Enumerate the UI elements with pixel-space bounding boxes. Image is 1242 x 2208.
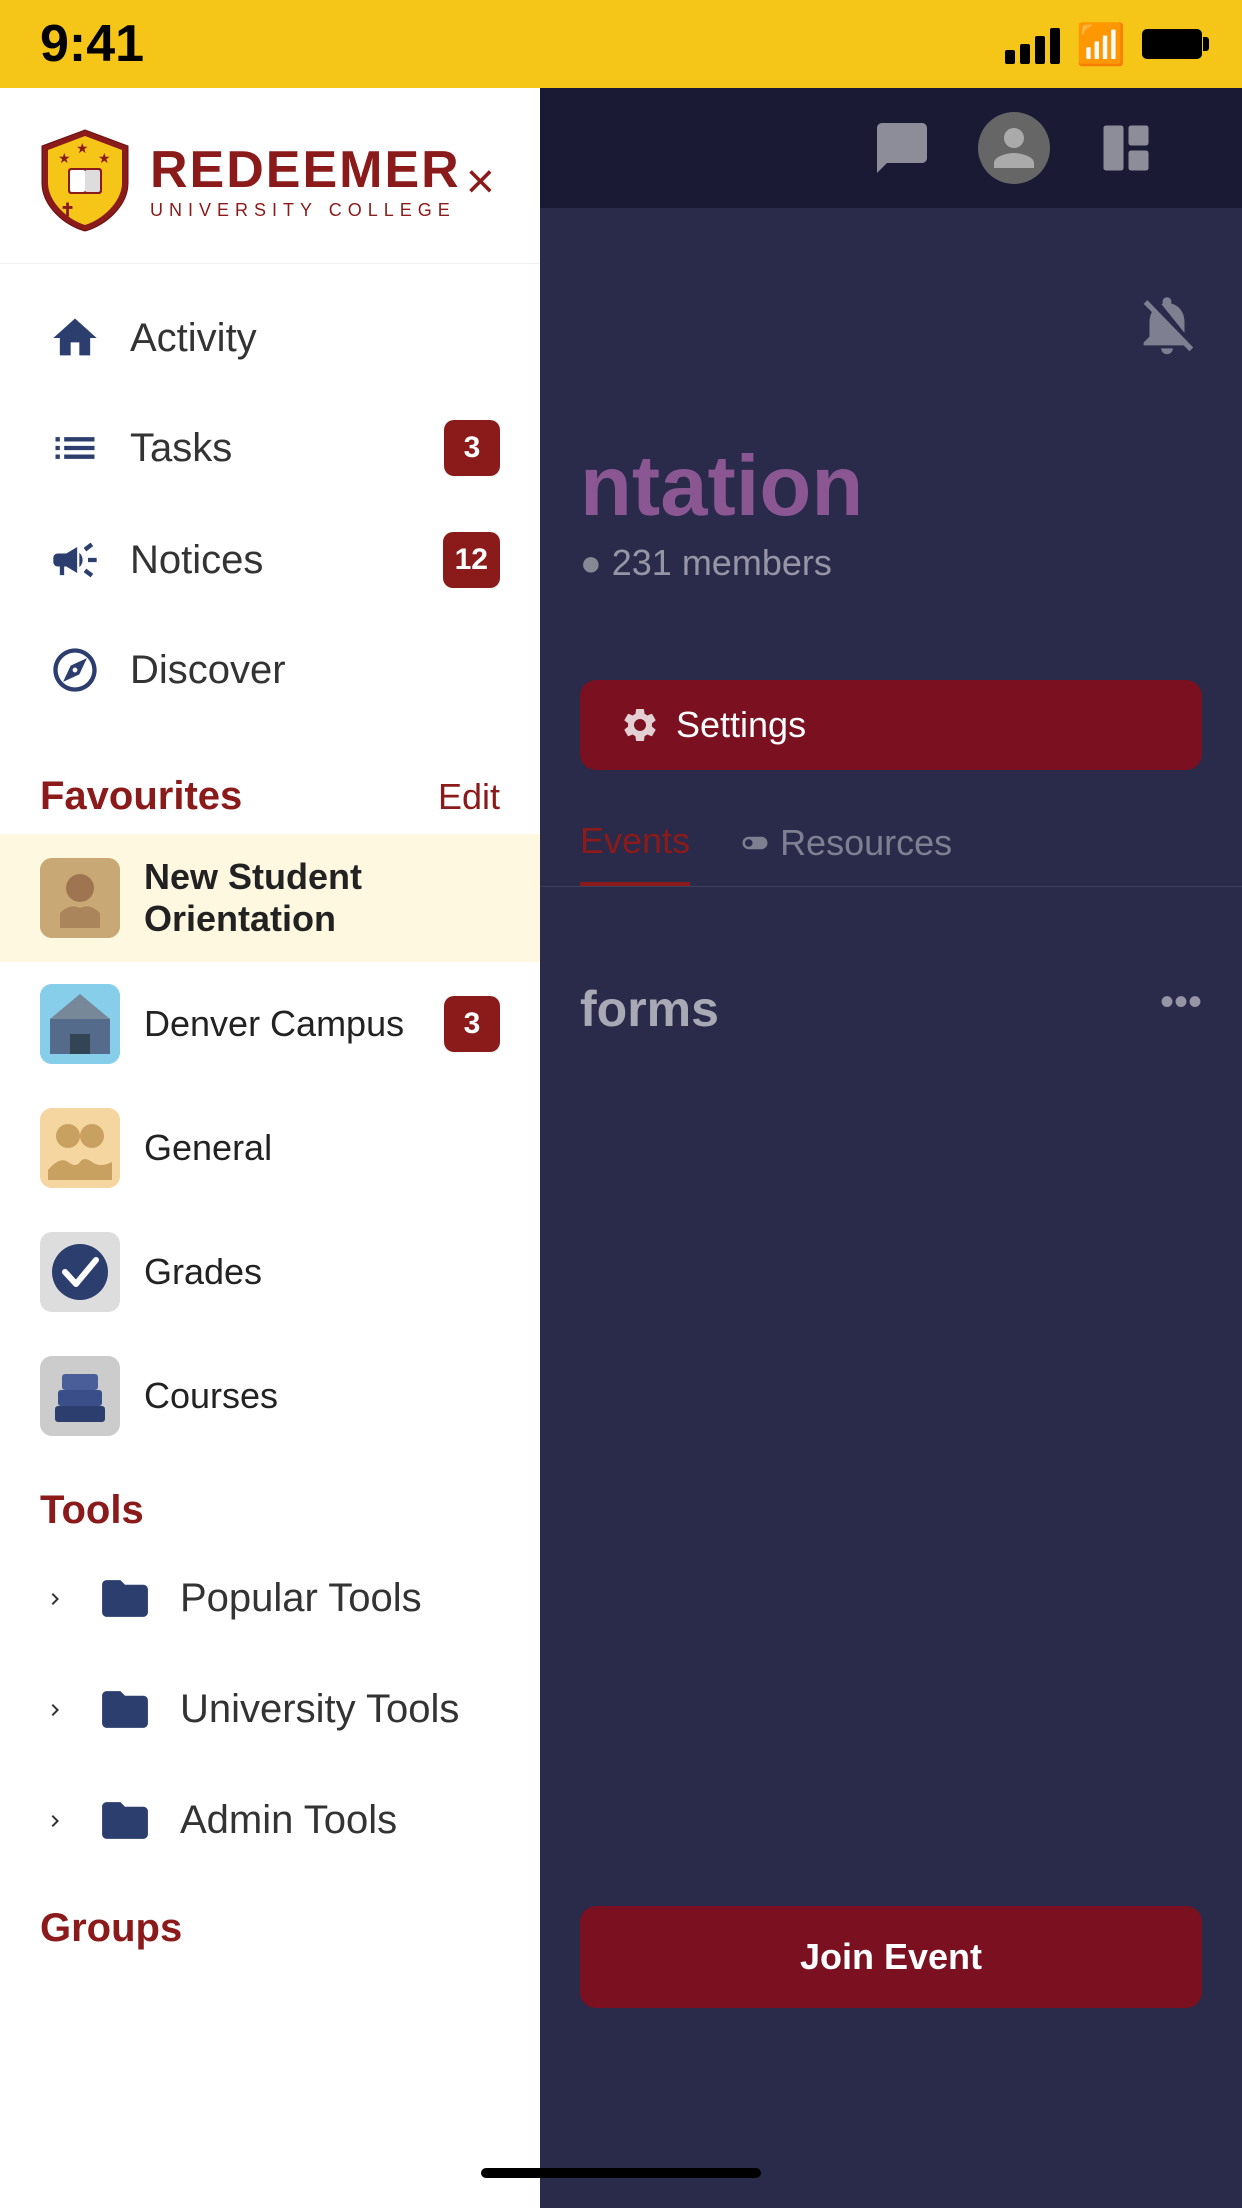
tasks-icon bbox=[40, 422, 110, 474]
bg-post-title: forms bbox=[580, 980, 719, 1038]
university-tools-arrow-icon bbox=[40, 1695, 70, 1725]
denver-badge: 3 bbox=[444, 996, 500, 1052]
close-menu-button[interactable]: × bbox=[461, 151, 500, 211]
popular-tools-folder-icon bbox=[90, 1571, 160, 1626]
courses-label: Courses bbox=[144, 1375, 500, 1417]
nav-item-notices[interactable]: Notices 12 bbox=[0, 504, 540, 616]
nav-item-discover[interactable]: Discover bbox=[0, 616, 540, 724]
chat-icon bbox=[866, 112, 938, 184]
groups-title: Groups bbox=[40, 1906, 182, 1950]
svg-text:★: ★ bbox=[76, 140, 89, 156]
bg-tab-resources-label: Resources bbox=[780, 822, 952, 864]
notices-label: Notices bbox=[130, 538, 443, 583]
favourites-header: Favourites Edit bbox=[0, 744, 540, 834]
layout-icon bbox=[1090, 112, 1162, 184]
tool-item-popular[interactable]: Popular Tools bbox=[0, 1543, 540, 1654]
join-event-label: Join Event bbox=[800, 1936, 982, 1977]
join-event-button[interactable]: Join Event bbox=[580, 1906, 1202, 2008]
notices-badge: 12 bbox=[443, 532, 500, 588]
bg-members-text: ● 231 members bbox=[580, 542, 1202, 584]
tool-item-university[interactable]: University Tools bbox=[0, 1654, 540, 1765]
bg-tab-events[interactable]: Events bbox=[580, 820, 690, 886]
fav-item-grades[interactable]: Grades bbox=[0, 1210, 540, 1334]
bg-tab-resources[interactable]: Resources bbox=[740, 820, 952, 886]
fav-item-general[interactable]: General bbox=[0, 1086, 540, 1210]
admin-tools-folder-icon bbox=[90, 1793, 160, 1848]
university-name: REDEEMER bbox=[150, 140, 461, 200]
logo-text: REDEEMER UNIVERSITY COLLEGE bbox=[150, 140, 461, 221]
bg-settings-button[interactable]: Settings bbox=[580, 680, 1202, 770]
bg-post-area: forms ••• bbox=[540, 940, 1242, 1078]
svg-text:★: ★ bbox=[58, 150, 71, 166]
groups-section: Groups bbox=[0, 1876, 540, 1961]
denver-label: Denver Campus bbox=[144, 1003, 444, 1045]
university-tools-folder-icon bbox=[90, 1682, 160, 1737]
grades-avatar bbox=[40, 1232, 120, 1312]
admin-tools-arrow-icon bbox=[40, 1806, 70, 1836]
megaphone-icon bbox=[40, 534, 110, 586]
status-time: 9:41 bbox=[40, 14, 144, 74]
logo-container: ★ ★ ★ ✝ REDEEMER UNIVERSITY COLLEGE bbox=[40, 128, 461, 233]
admin-tools-label: Admin Tools bbox=[180, 1798, 397, 1843]
nso-avatar bbox=[40, 858, 120, 938]
redeemer-shield-icon: ★ ★ ★ ✝ bbox=[40, 128, 130, 233]
bg-tabs: Events Resources bbox=[540, 820, 1242, 887]
bg-header bbox=[540, 88, 1242, 208]
profile-icon bbox=[978, 112, 1050, 184]
bg-partial-title: ntation bbox=[580, 440, 1202, 534]
bg-settings-label: Settings bbox=[676, 704, 806, 746]
courses-avatar bbox=[40, 1356, 120, 1436]
wifi-icon: 📶 bbox=[1076, 21, 1126, 68]
notification-muted-icon bbox=[1132, 290, 1202, 365]
discover-label: Discover bbox=[130, 648, 500, 693]
university-subtitle: UNIVERSITY COLLEGE bbox=[150, 200, 461, 221]
bg-notification-area bbox=[690, 250, 1242, 405]
close-icon: × bbox=[466, 156, 495, 206]
grades-label: Grades bbox=[144, 1251, 500, 1293]
general-avatar bbox=[40, 1108, 120, 1188]
popular-tools-label: Popular Tools bbox=[180, 1576, 422, 1621]
nav-item-tasks[interactable]: Tasks 3 bbox=[0, 392, 540, 504]
status-icons: 📶 bbox=[1005, 21, 1202, 68]
popular-tools-arrow-icon bbox=[40, 1584, 70, 1614]
bg-join-event-area: Join Event bbox=[540, 1906, 1242, 2008]
logo-area: ★ ★ ★ ✝ REDEEMER UNIVERSITY COLLEGE × bbox=[0, 88, 540, 264]
svg-text:✝: ✝ bbox=[60, 200, 75, 220]
compass-icon bbox=[40, 644, 110, 696]
fav-item-denver[interactable]: Denver Campus 3 bbox=[0, 962, 540, 1086]
more-options-icon[interactable]: ••• bbox=[1160, 980, 1202, 1025]
fav-item-courses[interactable]: Courses bbox=[0, 1334, 540, 1458]
signal-icon bbox=[1005, 24, 1060, 64]
tasks-label: Tasks bbox=[130, 426, 444, 471]
home-indicator bbox=[481, 2168, 761, 2178]
tasks-badge: 3 bbox=[444, 420, 500, 476]
status-bar: 9:41 📶 bbox=[0, 0, 1242, 88]
home-icon bbox=[40, 312, 110, 364]
menu-drawer: ★ ★ ★ ✝ REDEEMER UNIVERSITY COLLEGE × bbox=[0, 88, 540, 2208]
tools-header: Tools bbox=[0, 1458, 540, 1543]
bg-title-section: ntation ● 231 members bbox=[540, 420, 1242, 604]
svg-text:★: ★ bbox=[98, 150, 111, 166]
nso-label: New Student Orientation bbox=[144, 856, 500, 940]
favourites-edit-button[interactable]: Edit bbox=[438, 776, 500, 818]
nav-item-activity[interactable]: Activity bbox=[0, 284, 540, 392]
university-tools-label: University Tools bbox=[180, 1687, 459, 1732]
tools-title: Tools bbox=[40, 1488, 144, 1532]
general-label: General bbox=[144, 1127, 500, 1169]
bg-header-icons bbox=[866, 112, 1202, 184]
tool-item-admin[interactable]: Admin Tools bbox=[0, 1765, 540, 1876]
denver-avatar bbox=[40, 984, 120, 1064]
battery-icon bbox=[1142, 29, 1202, 59]
nav-section: Activity Tasks 3 Notices 12 bbox=[0, 264, 540, 744]
activity-label: Activity bbox=[130, 316, 500, 361]
favourites-title: Favourites bbox=[40, 774, 242, 819]
bg-settings-area: Settings bbox=[540, 680, 1242, 770]
fav-item-nso[interactable]: New Student Orientation bbox=[0, 834, 540, 962]
